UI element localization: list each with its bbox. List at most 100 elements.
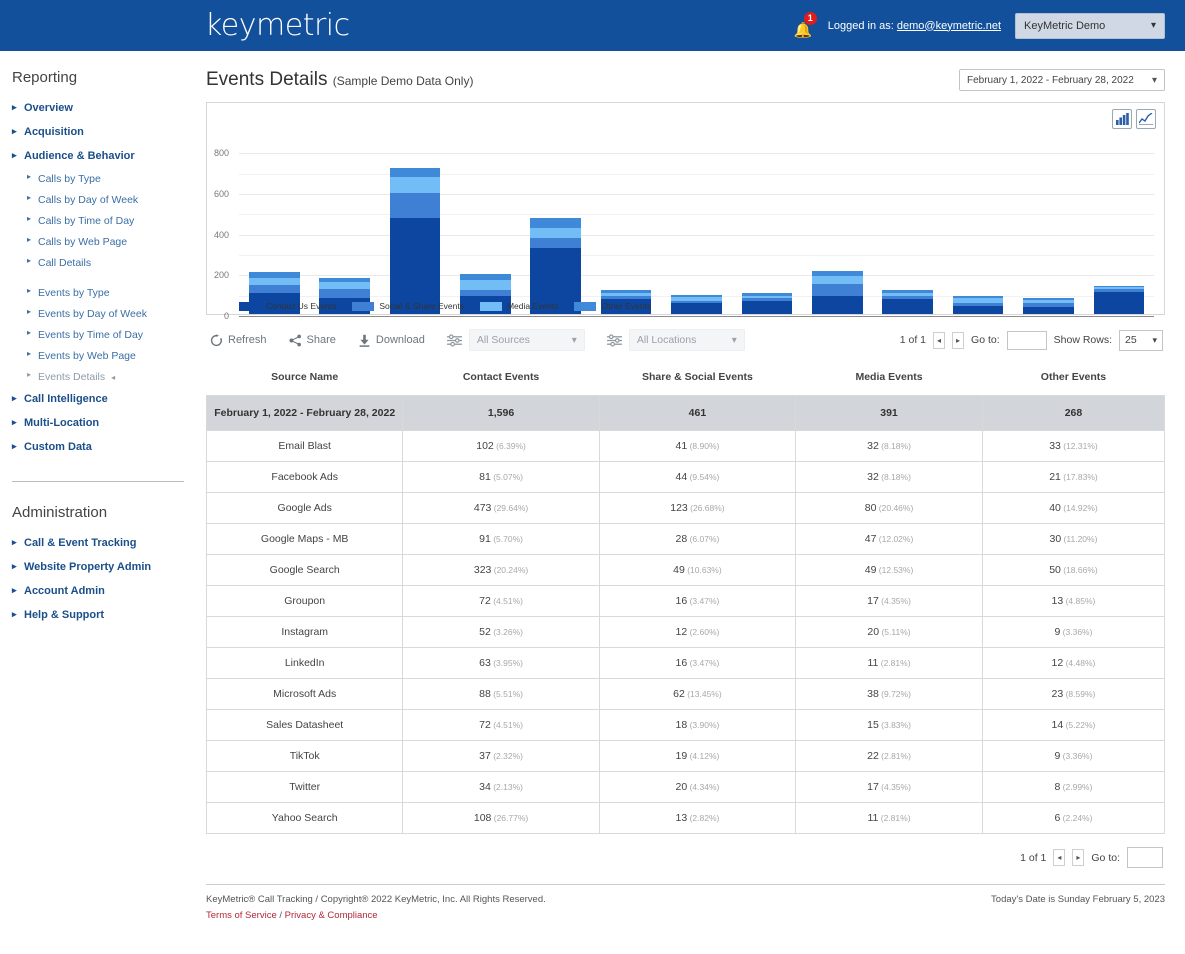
chart-bar-column[interactable] (1013, 297, 1083, 314)
table-row[interactable]: Sales Datasheet 72 (4.51%) 18 (3.90%) 15 (3… (205, 709, 1166, 741)
chart-legend-item[interactable]: Social & Share Events (352, 301, 464, 311)
sidebar-item-call-details[interactable]: Call Details (10, 252, 196, 273)
table-row[interactable]: Instagram 52 (3.26%) 12 (2.60%) 20 (5.11%) 9… (205, 616, 1166, 648)
show-rows-select[interactable]: 25 ▾ (1119, 329, 1163, 351)
download-button[interactable]: Download (358, 334, 425, 347)
next-page-button[interactable]: ▸ (952, 331, 965, 349)
table-row[interactable]: Groupon 72 (4.51%) 16 (3.47%) 17 (4.35%) 13 … (205, 585, 1166, 617)
chart-legend-item[interactable]: Contact Us Events (239, 301, 336, 311)
locations-select[interactable]: All Locations ▾ (628, 329, 745, 351)
table-header: Source Name Contact Events Share & Social … (207, 363, 1165, 396)
chart-legend-item[interactable]: Other Events (574, 301, 651, 311)
chart-bar-column[interactable] (1084, 285, 1154, 314)
next-page-button[interactable]: ▸ (1072, 849, 1085, 866)
sidebar-item-help-support[interactable]: Help & Support (10, 603, 196, 627)
logged-in-email-link[interactable]: demo@keymetric.net (897, 20, 1001, 32)
chart-bar-column[interactable] (661, 295, 731, 314)
table-row[interactable]: TikTok 37 (2.32%) 19 (4.12%) 22 (2.81%) 9 (3… (205, 740, 1166, 772)
locations-filter[interactable]: All Locations ▾ (606, 329, 745, 351)
prev-page-button[interactable]: ◂ (933, 331, 946, 349)
chart-stacked-bar[interactable] (530, 218, 582, 314)
column-header[interactable]: Share & Social Events (599, 363, 795, 396)
table-row[interactable]: Email Blast 102 (6.39%) 41 (8.90%) 32 (8.18… (205, 430, 1166, 462)
chart-legend-item[interactable]: Media Events (479, 301, 558, 311)
table-row[interactable]: Twitter 34 (2.13%) 20 (4.34%) 17 (4.35%) 8 (… (205, 771, 1166, 803)
table-row[interactable]: Microsoft Ads 88 (5.51%) 62 (13.45%) 38 (9.… (205, 678, 1166, 710)
sources-filter[interactable]: All Sources ▾ (446, 329, 585, 351)
date-range-selector[interactable]: February 1, 2022 - February 28, 2022 ▾ (959, 69, 1165, 91)
sidebar-group-spacer (10, 273, 196, 282)
sidebar-item-acquisition[interactable]: Acquisition (10, 120, 196, 144)
sidebar-item-events-by-web-page[interactable]: Events by Web Page (10, 345, 196, 366)
column-header[interactable]: Other Events (982, 363, 1164, 396)
chart-stacked-bar[interactable] (811, 271, 863, 314)
sidebar-item-custom-data[interactable]: Custom Data (10, 435, 196, 459)
chart-bar-column[interactable] (521, 218, 591, 314)
chart-bar-column[interactable] (732, 293, 802, 314)
chevron-down-icon: ▾ (731, 334, 737, 346)
sidebar-item-account-admin[interactable]: Account Admin (10, 579, 196, 603)
sidebar-item-audience-behavior[interactable]: Audience & Behavior (10, 144, 196, 168)
cell-contact-events: 52 (3.26%) (402, 616, 600, 648)
footer-link-separator: / (276, 910, 285, 921)
privacy-compliance-link[interactable]: Privacy & Compliance (285, 910, 378, 921)
sidebar-item-events-by-time-of-day[interactable]: Events by Time of Day (10, 324, 196, 345)
metric-percent: (2.99%) (1060, 782, 1093, 792)
chart-bar-column[interactable] (943, 296, 1013, 314)
chart-bar-column[interactable] (802, 271, 872, 314)
metric-percent: (13.45%) (684, 689, 722, 699)
sidebar-item-calls-by-web-page[interactable]: Calls by Web Page (10, 231, 196, 252)
sidebar-item-calls-by-day-of-week[interactable]: Calls by Day of Week (10, 189, 196, 210)
chart-bar-segment (248, 284, 300, 294)
terms-of-service-link[interactable]: Terms of Service (206, 910, 277, 921)
sidebar-item-website-property-admin[interactable]: Website Property Admin (10, 555, 196, 579)
sidebar-item-events-details[interactable]: Events Details (10, 366, 196, 387)
column-header[interactable]: Media Events (796, 363, 983, 396)
chart-bar-segment (811, 283, 863, 297)
chart-stacked-bar[interactable] (741, 293, 793, 314)
refresh-label: Refresh (228, 334, 267, 346)
chart-stacked-bar[interactable] (952, 296, 1004, 314)
sources-select[interactable]: All Sources ▾ (468, 329, 585, 351)
sidebar-item-call-intelligence[interactable]: Call Intelligence (10, 387, 196, 411)
table-row[interactable]: LinkedIn 63 (3.95%) 16 (3.47%) 11 (2.81%) 12… (205, 647, 1166, 679)
chart-bar-segment (811, 275, 863, 284)
share-button[interactable]: Share (289, 334, 336, 347)
sidebar-item-calls-by-time-of-day[interactable]: Calls by Time of Day (10, 210, 196, 231)
goto-page-input[interactable] (1006, 330, 1047, 350)
sidebar: Reporting OverviewAcquisitionAudience & … (0, 51, 196, 954)
table-row[interactable]: Facebook Ads 81 (5.07%) 44 (9.54%) 32 (8.18… (205, 461, 1166, 493)
goto-page-input[interactable] (1127, 847, 1163, 868)
refresh-button[interactable]: Refresh (210, 333, 267, 347)
table-row[interactable]: Yahoo Search 108 (26.77%) 13 (2.82%) 11 (2.… (205, 802, 1166, 834)
sidebar-item-events-by-type[interactable]: Events by Type (10, 282, 196, 303)
metric-percent: (4.48%) (1063, 658, 1096, 668)
table-row[interactable]: Google Maps - MB 91 (5.70%) 28 (6.07%) 47 (… (205, 523, 1166, 555)
table-row[interactable]: Google Search 323 (20.24%) 49 (10.63%) 49 (… (205, 554, 1166, 586)
sidebar-item-events-by-day-of-week[interactable]: Events by Day of Week (10, 303, 196, 324)
cell-media-events: 80 (20.46%) (795, 492, 983, 524)
bar-chart-icon[interactable] (1112, 109, 1132, 129)
chart-stacked-bar[interactable] (882, 289, 934, 314)
chart-stacked-bar[interactable] (671, 295, 722, 314)
sidebar-item-overview[interactable]: Overview (10, 96, 196, 120)
chart-stacked-bar[interactable] (389, 168, 441, 314)
table-row[interactable]: Google Ads 473 (29.64%) 123 (26.68%) 80 (20… (205, 492, 1166, 524)
cell-contact-events: 34 (2.13%) (402, 771, 600, 803)
sidebar-item-multi-location[interactable]: Multi-Location (10, 411, 196, 435)
top-pagination: 1 of 1 ◂ ▸ Go to: Show Rows: 25 ▾ (900, 329, 1163, 351)
chart-stacked-bar[interactable] (1093, 285, 1145, 314)
prev-page-button[interactable]: ◂ (1053, 849, 1066, 866)
column-header[interactable]: Contact Events (403, 363, 599, 396)
sidebar-item-calls-by-type[interactable]: Calls by Type (10, 168, 196, 189)
chart-bar-column[interactable] (873, 289, 943, 314)
metric-value: 12 (675, 626, 688, 638)
chart-stacked-bar[interactable] (1023, 297, 1074, 314)
account-selector[interactable]: KeyMetric Demo ▾ (1015, 12, 1165, 39)
notifications-button[interactable]: 🔔 1 (792, 11, 817, 38)
column-header[interactable]: Source Name (207, 363, 403, 396)
metric-value: 49 (864, 564, 877, 576)
sidebar-item-call-event-tracking[interactable]: Call & Event Tracking (10, 531, 196, 555)
line-chart-icon[interactable] (1136, 109, 1156, 129)
chart-bar-column[interactable] (380, 168, 450, 314)
